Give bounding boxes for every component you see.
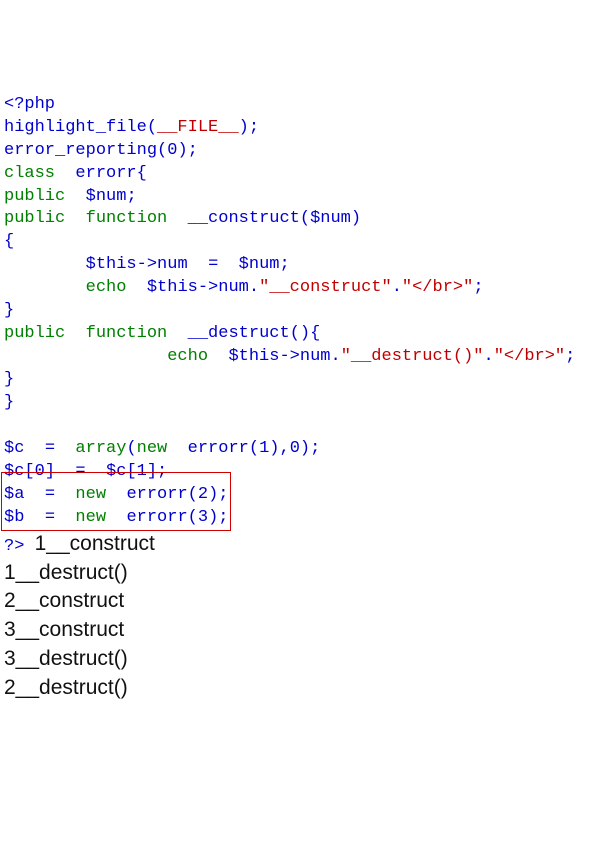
pun: ( [126,439,136,458]
kw-array: array [75,439,126,458]
pun: ), [269,439,289,458]
pun: } [4,370,14,389]
output-line: 3__construct [4,618,124,641]
pun: ( [188,485,198,504]
pun: = [75,462,85,481]
pun: ( [188,508,198,527]
pun: ); [177,141,197,160]
class-ref: errorr [126,485,187,504]
var-c: $c [4,439,24,458]
pun: ); [300,439,320,458]
var-c: $c [106,462,126,481]
this: $this [147,278,198,297]
kw-new: new [75,508,106,527]
php-open-tag: <?php [4,95,55,114]
kw-echo: echo [167,347,208,366]
pun: = [45,508,55,527]
num: 2 [198,485,208,504]
pun: ( [300,209,310,228]
num: 1 [137,462,147,481]
this: $this [86,255,137,274]
pun: (){ [290,324,321,343]
str: "__destruct()" [341,347,484,366]
pun: ; [279,255,289,274]
pun: . [392,278,402,297]
output-line: 1__construct [35,532,155,555]
pun: ; [473,278,483,297]
pun: ( [157,141,167,160]
pun: } [4,301,14,320]
pun: -> [137,255,157,274]
num: 0 [290,439,300,458]
code-block: <?php highlight_file(__FILE__); error_re… [4,94,606,703]
class-ref: errorr [188,439,249,458]
pun: ( [147,118,157,137]
pun: -> [198,278,218,297]
kw-public: public [4,209,65,228]
rhs-num: $num [239,255,280,274]
magic-file: __FILE__ [157,118,239,137]
pun: ); [239,118,259,137]
pun: ] [45,462,55,481]
num: 0 [35,462,45,481]
pun: [ [24,462,34,481]
pun: = [208,255,218,274]
pun: = [45,485,55,504]
pun: ; [565,347,575,366]
num: 0 [167,141,177,160]
pun: ); [208,485,228,504]
fn-construct: __construct [188,209,300,228]
pun: . [330,347,340,366]
prop-ref: num [218,278,249,297]
kw-class: class [4,164,55,183]
kw-public: public [4,324,65,343]
output-line: 1__destruct() [4,561,128,584]
pun: [ [126,462,136,481]
var-a: $a [4,485,24,504]
pun: ( [249,439,259,458]
num: 1 [259,439,269,458]
output-line: 3__destruct() [4,647,128,670]
fn-error-reporting: error_reporting [4,141,157,160]
output-line: 2__construct [4,589,124,612]
output-line: 2__destruct() [4,676,128,699]
prop-ref: num [157,255,188,274]
param-num: $num [310,209,351,228]
kw-new: new [75,485,106,504]
pun: = [45,439,55,458]
prop-num: $num [86,187,127,206]
pun: ) [351,209,361,228]
pun: . [484,347,494,366]
pun: ; [126,187,136,206]
kw-public: public [4,187,65,206]
str: "</br>" [494,347,565,366]
str: "</br>" [402,278,473,297]
class-name: errorr [75,164,136,183]
num: 3 [198,508,208,527]
pun: ]; [147,462,167,481]
pun: { [137,164,147,183]
php-close-tag: ?> [4,537,24,556]
fn-destruct: __destruct [188,324,290,343]
var-b: $b [4,508,24,527]
str: "__construct" [259,278,392,297]
prop-ref: num [300,347,331,366]
pun: . [249,278,259,297]
kw-echo: echo [86,278,127,297]
kw-new: new [137,439,168,458]
pun: { [4,232,14,251]
this: $this [228,347,279,366]
kw-function: function [86,209,168,228]
pun: ); [208,508,228,527]
kw-function: function [86,324,168,343]
class-ref: errorr [126,508,187,527]
var-c: $c [4,462,24,481]
pun: } [4,393,14,412]
pun: -> [279,347,299,366]
fn-highlight-file: highlight_file [4,118,147,137]
